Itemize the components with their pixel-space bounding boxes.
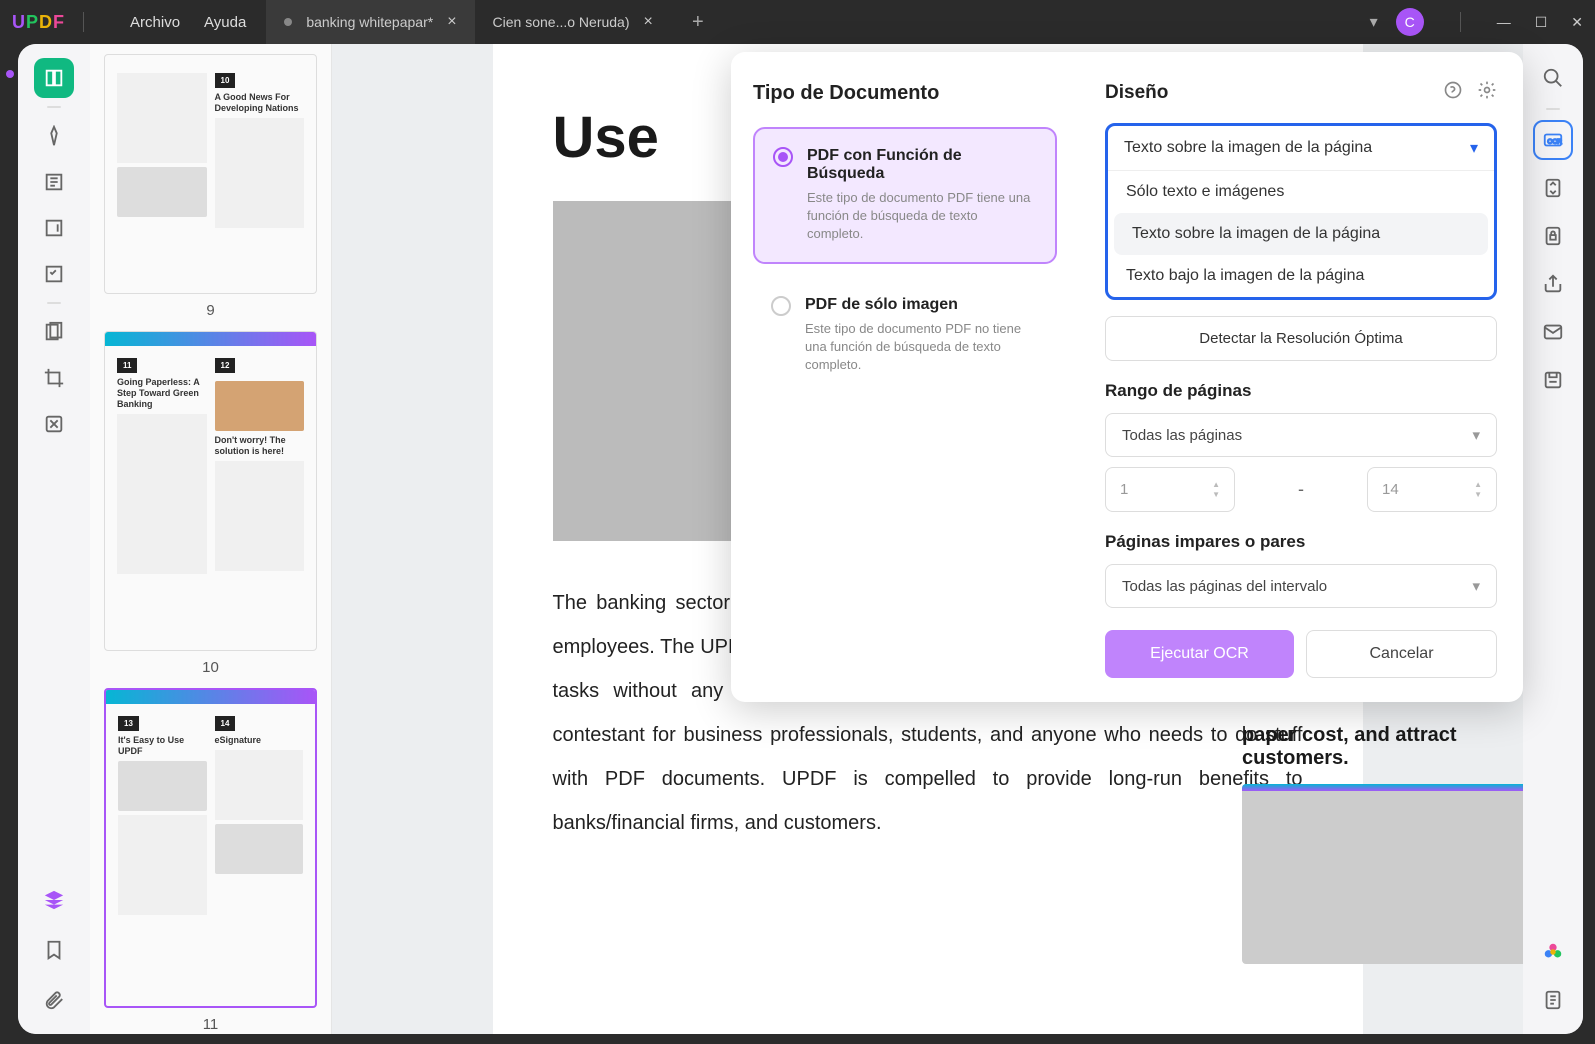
option-label: PDF de sólo imagen — [805, 296, 1039, 314]
titlebar: UPDF Archivo Ayuda banking whitepapar* ×… — [0, 0, 1595, 44]
ocr-panel: Tipo de Documento PDF con Función de Bús… — [731, 52, 1523, 702]
chevron-down-icon: ▾ — [1472, 577, 1480, 595]
option-description: Este tipo de documento PDF tiene una fun… — [807, 189, 1037, 244]
page-number: 11 — [104, 1016, 317, 1033]
page-side-text: paper cost, and attract customers. — [1242, 724, 1523, 770]
chevron-down-icon: ▾ — [1470, 138, 1478, 158]
menu-help[interactable]: Ayuda — [204, 14, 246, 31]
tab-title: Cien sone...o Neruda) — [493, 14, 630, 30]
app-logo: UPDF — [12, 12, 65, 33]
panel-document-type: Tipo de Documento PDF con Función de Bús… — [731, 52, 1079, 702]
page-side-image — [1242, 784, 1523, 964]
spinner-icon[interactable]: ▲▼ — [1474, 480, 1482, 499]
section-title: Páginas impares o pares — [1105, 532, 1497, 552]
share-button[interactable] — [1533, 264, 1573, 304]
spinner-icon[interactable]: ▲▼ — [1212, 480, 1220, 499]
crop-tool[interactable] — [34, 358, 74, 398]
option-label: PDF con Función de Búsqueda — [807, 147, 1037, 183]
cancel-button[interactable]: Cancelar — [1306, 630, 1497, 678]
chevron-down-icon[interactable]: ▾ — [1370, 12, 1378, 32]
convert-button[interactable] — [1533, 168, 1573, 208]
tab-indicator-icon — [284, 18, 292, 26]
add-tab-button[interactable]: + — [683, 0, 713, 44]
print-button[interactable] — [1533, 980, 1573, 1020]
range-from-input[interactable]: 1 ▲▼ — [1105, 467, 1235, 512]
highlight-tool[interactable] — [34, 116, 74, 156]
odd-even-select[interactable]: Todas las páginas del intervalo ▾ — [1105, 564, 1497, 608]
thumbnail-item[interactable]: 11Going Paperless: A Step Toward Green B… — [104, 331, 317, 676]
panel-title: Diseño — [1105, 82, 1168, 104]
panel-design: Diseño Texto sobre la imagen de la págin… — [1079, 52, 1523, 702]
help-icon[interactable] — [1443, 80, 1463, 105]
close-icon[interactable]: × — [447, 13, 456, 31]
page-number: 9 — [104, 302, 317, 319]
range-to-input[interactable]: 14 ▲▼ — [1367, 467, 1497, 512]
main-menu: Archivo Ayuda — [130, 14, 246, 31]
range-separator: - — [1247, 479, 1355, 500]
svg-text:OCR: OCR — [1548, 139, 1563, 146]
tab-title: banking whitepapar* — [306, 14, 433, 30]
comment-tool[interactable] — [34, 208, 74, 248]
option-image-only-pdf[interactable]: PDF de sólo imagen Este tipo de document… — [753, 278, 1057, 393]
minimize-button[interactable]: — — [1497, 14, 1511, 31]
radio-icon — [773, 147, 793, 167]
option-description: Este tipo de documento PDF no tiene una … — [805, 320, 1039, 375]
page-range-select[interactable]: Todas las páginas ▾ — [1105, 413, 1497, 457]
dropdown-option[interactable]: Sólo texto e imágenes — [1108, 171, 1494, 213]
search-button[interactable] — [1533, 58, 1573, 98]
separator — [47, 302, 61, 304]
ocr-button[interactable]: OCR — [1533, 120, 1573, 160]
thumbnail-item-selected[interactable]: 13It's Easy to Use UPDF14eSignature 11 — [104, 688, 317, 1033]
divider — [1460, 12, 1461, 32]
right-toolbar: OCR — [1523, 44, 1583, 1034]
chevron-down-icon: ▾ — [1472, 426, 1480, 444]
panel-title: Tipo de Documento — [753, 82, 1057, 105]
layers-tool[interactable] — [34, 880, 74, 920]
protect-button[interactable] — [1533, 216, 1573, 256]
detect-resolution-button[interactable]: Detectar la Resolución Óptima — [1105, 316, 1497, 361]
dropdown-option[interactable]: Texto sobre la imagen de la página — [1114, 213, 1488, 255]
reader-tool[interactable] — [34, 58, 74, 98]
gear-icon[interactable] — [1477, 80, 1497, 105]
section-title: Rango de páginas — [1105, 381, 1497, 401]
menu-file[interactable]: Archivo — [130, 14, 180, 31]
dropdown-selected[interactable]: Texto sobre la imagen de la página ▾ — [1108, 126, 1494, 171]
layout-dropdown[interactable]: Texto sobre la imagen de la página ▾ Sól… — [1105, 123, 1497, 300]
separator — [47, 106, 61, 108]
pages-tool[interactable] — [34, 312, 74, 352]
dropdown-option[interactable]: Texto bajo la imagen de la página — [1108, 255, 1494, 297]
tab-bar: banking whitepapar* × Cien sone...o Neru… — [266, 0, 713, 44]
edit-tool[interactable] — [34, 162, 74, 202]
bookmark-tool[interactable] — [34, 930, 74, 970]
attachment-tool[interactable] — [34, 980, 74, 1020]
user-avatar[interactable]: C — [1396, 8, 1424, 36]
ai-button[interactable] — [1533, 932, 1573, 972]
option-searchable-pdf[interactable]: PDF con Función de Búsqueda Este tipo de… — [753, 127, 1057, 264]
activity-indicator-icon — [6, 70, 14, 78]
page-number: 10 — [104, 659, 317, 676]
email-button[interactable] — [1533, 312, 1573, 352]
close-button[interactable]: ✕ — [1571, 14, 1583, 31]
thumbnail-item[interactable]: 10A Good News For Developing Nations 9 — [104, 54, 317, 319]
thumbnail-panel: 10A Good News For Developing Nations 9 1… — [90, 44, 332, 1034]
redact-tool[interactable] — [34, 404, 74, 444]
maximize-button[interactable]: ☐ — [1535, 14, 1548, 31]
divider — [83, 12, 84, 32]
run-ocr-button[interactable]: Ejecutar OCR — [1105, 630, 1294, 678]
save-button[interactable] — [1533, 360, 1573, 400]
left-toolbar — [18, 44, 90, 1034]
close-icon[interactable]: × — [644, 13, 653, 31]
tab-inactive[interactable]: Cien sone...o Neruda) × — [475, 0, 671, 44]
separator — [1546, 108, 1560, 110]
tab-active[interactable]: banking whitepapar* × — [266, 0, 474, 44]
radio-icon — [771, 296, 791, 316]
form-tool[interactable] — [34, 254, 74, 294]
